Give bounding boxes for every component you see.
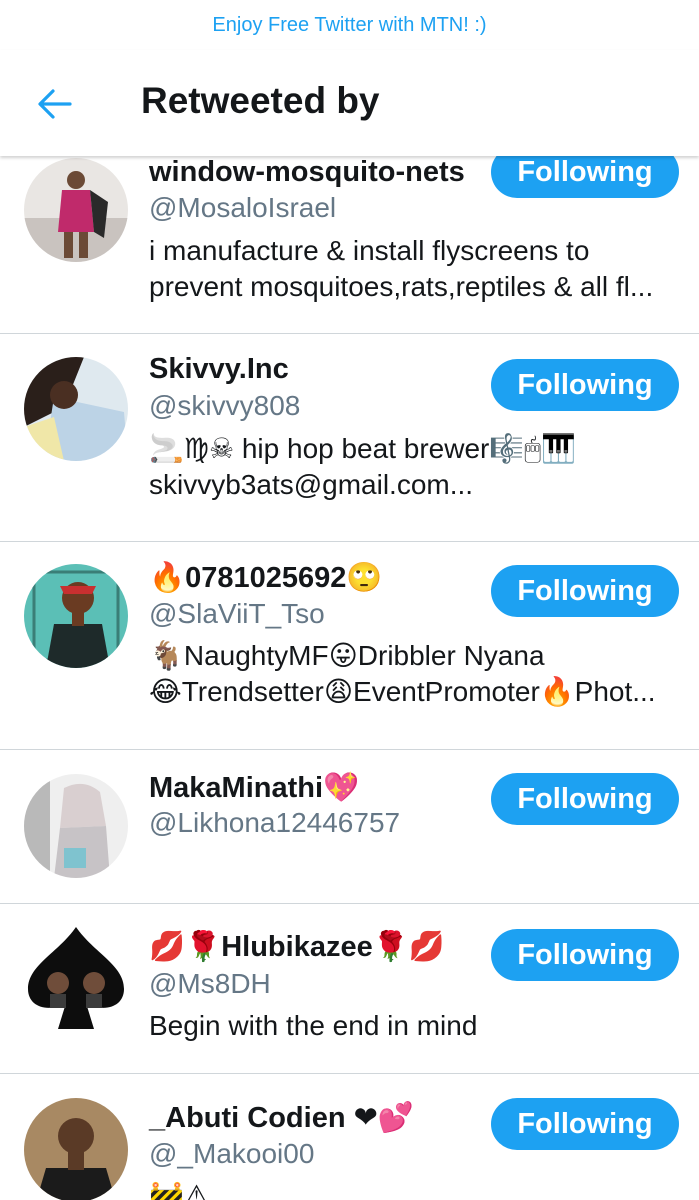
avatar[interactable] bbox=[24, 1098, 128, 1200]
following-button[interactable]: Following bbox=[491, 773, 679, 825]
list-item[interactable]: _Abuti Codien ❤💕 @_Makooi00 🚧⚠ Following bbox=[0, 1074, 699, 1200]
user-handle[interactable]: @skivvy808 bbox=[149, 390, 300, 422]
list-item[interactable]: window-mosquito-nets @MosaloIsrael i man… bbox=[0, 156, 699, 334]
bio-line: Begin with the end in mind bbox=[149, 1010, 478, 1041]
bio-line: 🐐NaughtyMF😛Dribbler Nyana bbox=[149, 640, 545, 671]
bio-line: 😂Trendsetter😩EventPromoter🔥Phot... bbox=[149, 676, 656, 707]
user-handle[interactable]: @_Makooi00 bbox=[149, 1138, 314, 1170]
retweeters-list[interactable]: window-mosquito-nets @MosaloIsrael i man… bbox=[0, 156, 699, 1200]
app-header: Retweeted by bbox=[0, 50, 699, 156]
user-bio: 🐐NaughtyMF😛Dribbler Nyana 😂Trendsetter😩E… bbox=[149, 638, 679, 710]
user-bio: Begin with the end in mind bbox=[149, 1008, 679, 1044]
user-bio: 🚧⚠ bbox=[149, 1178, 679, 1200]
user-handle[interactable]: @MosaloIsrael bbox=[149, 192, 336, 224]
avatar[interactable] bbox=[24, 158, 128, 262]
avatar[interactable] bbox=[24, 564, 128, 668]
following-button[interactable]: Following bbox=[491, 1098, 679, 1150]
user-name[interactable]: MakaMinathi💖 bbox=[149, 771, 359, 805]
promo-text[interactable]: Enjoy Free Twitter with MTN! :) bbox=[212, 14, 486, 37]
bio-line: 🚬♍☠ hip hop beat brewer🎼🖱🎹 bbox=[149, 433, 576, 464]
list-item[interactable]: 🔥0781025692🙄 @SlaViiT_Tso 🐐NaughtyMF😛Dri… bbox=[0, 542, 699, 750]
bio-line: 🚧⚠ bbox=[149, 1180, 209, 1200]
user-name[interactable]: 🔥0781025692🙄 bbox=[149, 561, 383, 595]
avatar[interactable] bbox=[24, 357, 128, 461]
following-button[interactable]: Following bbox=[491, 565, 679, 617]
following-button[interactable]: Following bbox=[491, 359, 679, 411]
avatar[interactable] bbox=[24, 774, 128, 878]
bio-line: i manufacture & install flyscreens to bbox=[149, 235, 590, 266]
user-handle[interactable]: @Likhona12446757 bbox=[149, 807, 400, 839]
promo-banner[interactable]: Enjoy Free Twitter with MTN! :) bbox=[0, 0, 699, 50]
page-title: Retweeted by bbox=[141, 80, 380, 121]
bio-line: skivvyb3ats@gmail.com... bbox=[149, 469, 474, 500]
user-name[interactable]: 💋🌹Hlubikazee🌹💋 bbox=[149, 930, 445, 964]
list-item[interactable]: Skivvy.Inc @skivvy808 🚬♍☠ hip hop beat b… bbox=[0, 334, 699, 542]
user-name[interactable]: Skivvy.Inc bbox=[149, 353, 289, 386]
user-name[interactable]: window-mosquito-nets bbox=[149, 156, 465, 189]
list-item[interactable]: MakaMinathi💖 @Likhona12446757 Following bbox=[0, 750, 699, 904]
list-item[interactable]: 💋🌹Hlubikazee🌹💋 @Ms8DH Begin with the end… bbox=[0, 904, 699, 1074]
following-button[interactable]: Following bbox=[491, 156, 679, 198]
user-handle[interactable]: @SlaViiT_Tso bbox=[149, 598, 325, 630]
back-button[interactable] bbox=[36, 88, 72, 120]
user-name[interactable]: _Abuti Codien ❤💕 bbox=[149, 1100, 414, 1135]
user-bio: 🚬♍☠ hip hop beat brewer🎼🖱🎹 skivvyb3ats@g… bbox=[149, 431, 679, 503]
avatar[interactable] bbox=[24, 925, 128, 1029]
user-bio: i manufacture & install flyscreens to pr… bbox=[149, 233, 679, 305]
arrow-left-icon bbox=[38, 89, 72, 119]
following-button[interactable]: Following bbox=[491, 929, 679, 981]
user-handle[interactable]: @Ms8DH bbox=[149, 968, 271, 1000]
bio-line: prevent mosquitoes,rats,reptiles & all f… bbox=[149, 271, 654, 302]
